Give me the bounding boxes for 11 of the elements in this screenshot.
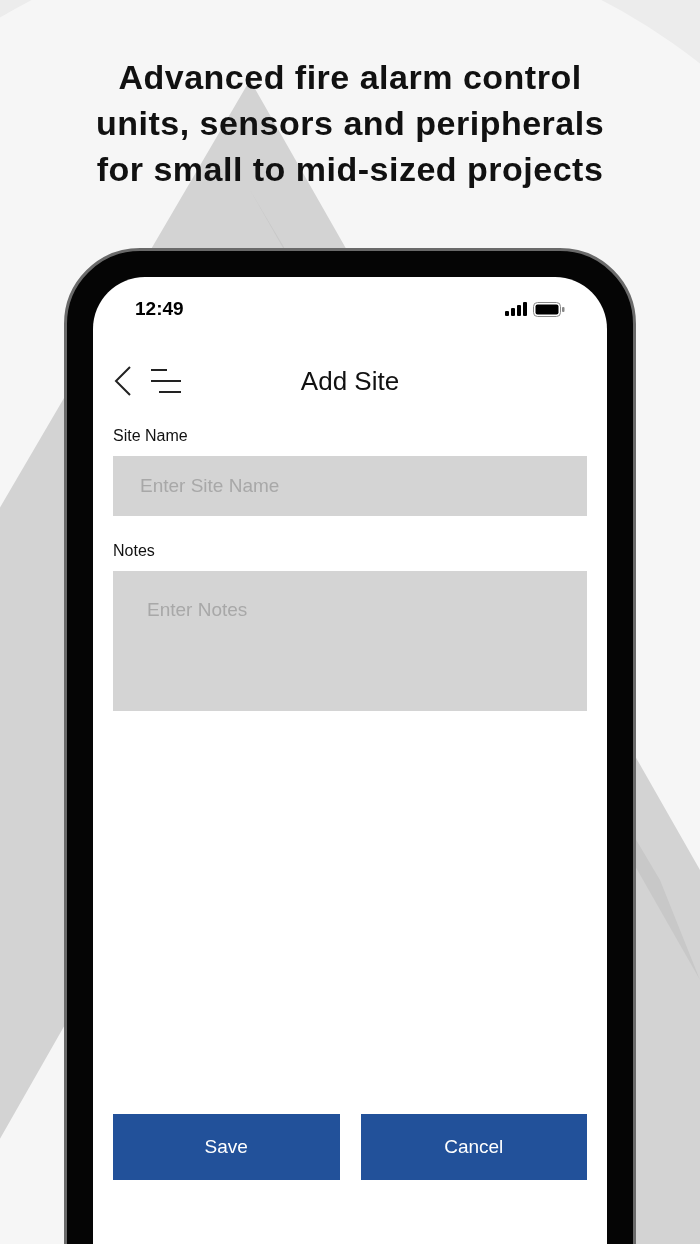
battery-icon [533, 301, 565, 317]
menu-button[interactable] [151, 367, 181, 395]
field-label: Notes [113, 542, 156, 560]
save-button[interactable]: Save [113, 1114, 340, 1180]
field-label: Site Name [113, 427, 189, 445]
signal-icon [505, 302, 527, 316]
cancel-button[interactable]: Cancel [360, 1114, 587, 1180]
screen-title: Add Site [299, 365, 401, 397]
headline: Advanced fire alarm control units, sensors and peripherals for small to mid-sized projects [94, 57, 606, 190]
status-time: 12:49 [135, 298, 184, 320]
back-button[interactable] [113, 365, 133, 397]
